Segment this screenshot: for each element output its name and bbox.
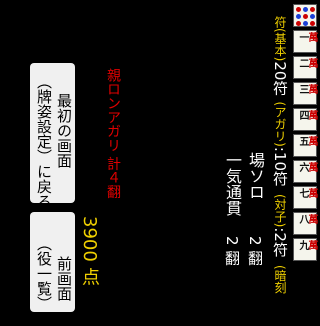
points-value: 3900 点 <box>79 216 100 286</box>
man-tile-8: 八萬 <box>293 212 317 235</box>
back-to-previous-line1: 前画面 <box>55 256 73 301</box>
back-to-first-line1: 最初の画面 <box>55 93 73 168</box>
man-tile-6: 六萬 <box>293 160 317 183</box>
yaku-han-2: 2 翻 <box>223 236 241 266</box>
total-label: 親ロンアガリ 計４翻 <box>105 68 121 199</box>
fu-toitsu-value: :2符 <box>271 227 289 257</box>
man-tile-4: 四萬 <box>293 108 317 131</box>
fu-last-label: (暗刻 <box>273 264 287 294</box>
fu-base-value: 20符 <box>271 61 289 96</box>
fu-agari-value: :10符 <box>271 146 289 186</box>
fu-base-label: 符(基本) <box>273 16 287 62</box>
man-tile-2: 二萬 <box>293 56 317 79</box>
pin-tile <box>293 4 317 27</box>
man-tile-5: 五萬 <box>293 134 317 157</box>
yaku-name-2: 一気通貫 <box>223 152 242 216</box>
man-tile-3: 三萬 <box>293 82 317 105</box>
hand-tiles: 一萬 二萬 三萬 四萬 五萬 六萬 七萬 八萬 九萬 <box>293 4 318 264</box>
back-to-first-button[interactable]: 最初の画面 （牌姿設定）に戻る <box>30 63 75 209</box>
fu-toitsu-label: (対子) <box>273 193 287 228</box>
yaku-han-1: 2 翻 <box>246 236 264 266</box>
back-to-previous-line2: （役一覧）に <box>35 236 53 326</box>
fu-agari-label: (アガリ) <box>273 101 287 147</box>
man-tile-1: 一萬 <box>293 30 317 53</box>
back-to-first-line2: （牌姿設定）に戻る <box>35 74 53 209</box>
man-tile-9: 九萬 <box>293 238 317 261</box>
fu-breakdown: 符(基本)20符 (アガリ):10符 (対子):2符 (暗刻 <box>271 16 289 294</box>
man-tile-7: 七萬 <box>293 186 317 209</box>
yaku-name-1: 場ソロ <box>246 152 265 200</box>
back-to-previous-button[interactable]: 前画面 （役一覧）に <box>30 212 75 326</box>
